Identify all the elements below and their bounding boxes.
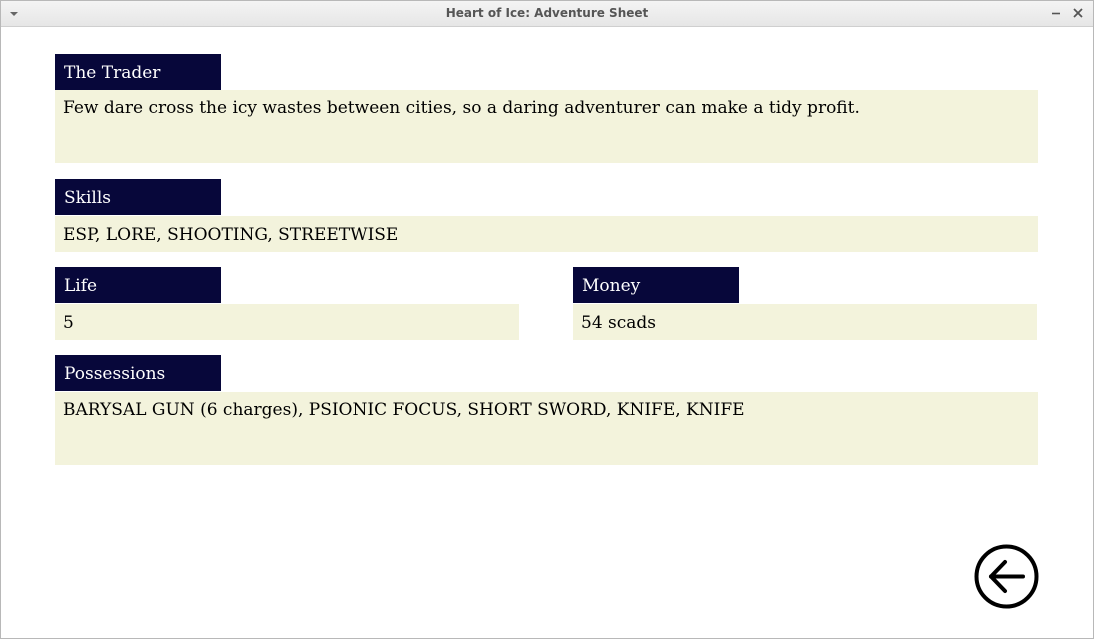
back-arrow-icon[interactable] (974, 544, 1039, 609)
life-header: Life (55, 267, 221, 303)
profession-header: The Trader (55, 54, 221, 90)
title-bar[interactable]: Heart of Ice: Adventure Sheet (1, 1, 1093, 27)
app-window: Heart of Ice: Adventure Sheet The Trader… (0, 0, 1094, 639)
minimize-icon[interactable] (1049, 6, 1063, 20)
life-value: 5 (55, 304, 519, 340)
close-icon[interactable] (1071, 6, 1085, 20)
skills-header: Skills (55, 179, 221, 215)
possessions-header: Possessions (55, 355, 221, 391)
money-header: Money (573, 267, 739, 303)
possessions-value: BARYSAL GUN (6 charges), PSIONIC FOCUS, … (55, 392, 1038, 465)
money-value: 54 scads (573, 304, 1037, 340)
skills-value: ESP, LORE, SHOOTING, STREETWISE (55, 216, 1038, 252)
window-title: Heart of Ice: Adventure Sheet (445, 6, 649, 20)
profession-description: Few dare cross the icy wastes between ci… (55, 90, 1038, 163)
